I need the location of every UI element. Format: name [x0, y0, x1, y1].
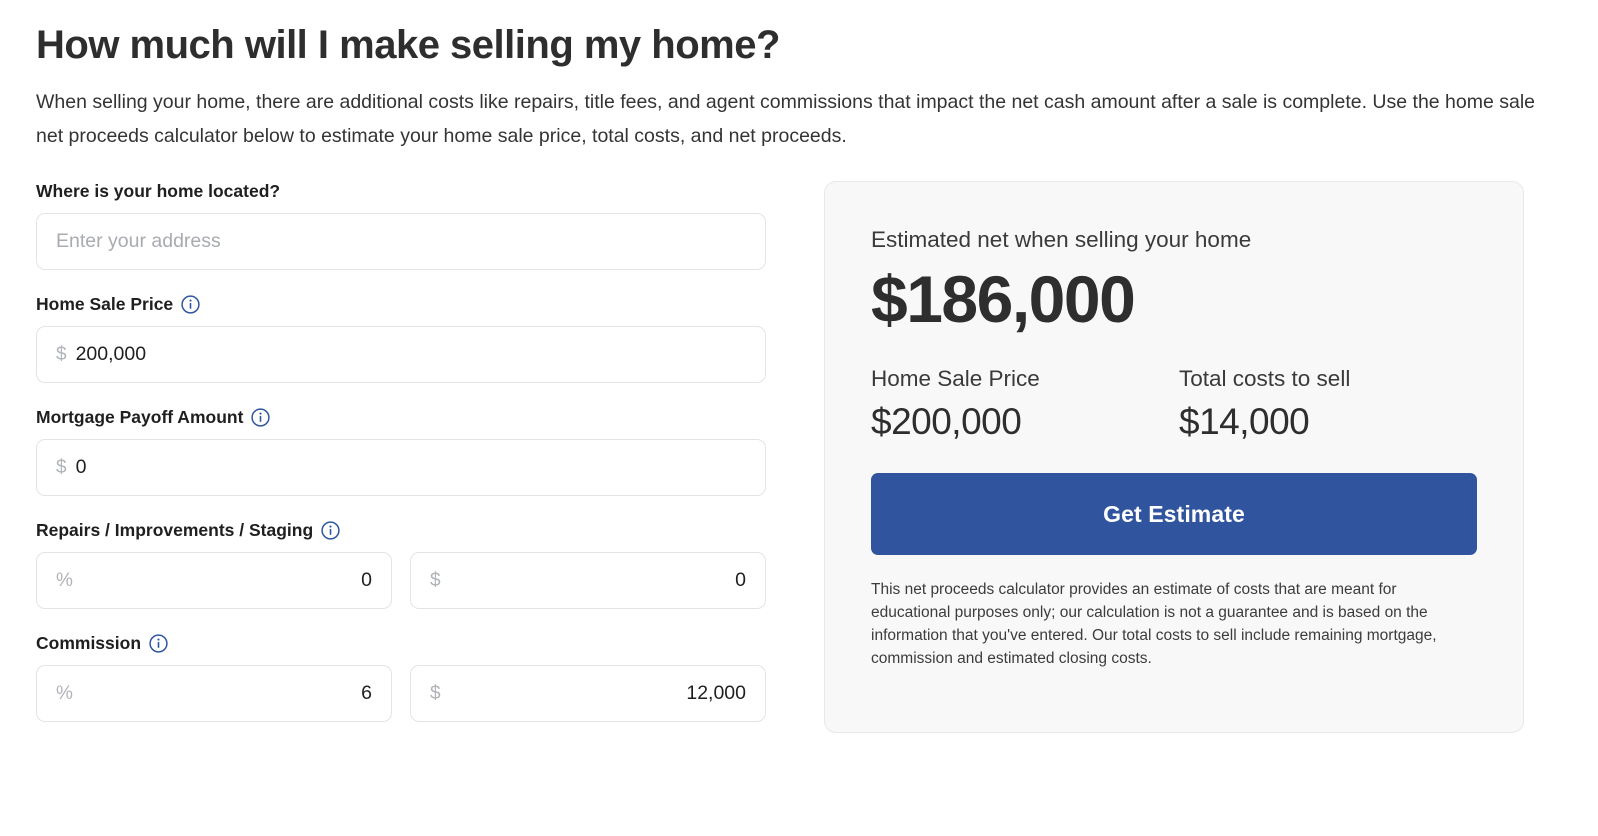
home-sale-price-input[interactable]: $ 200,000: [36, 326, 766, 384]
stat-total-costs-to-sell: Total costs to sell $14,000: [1179, 365, 1350, 445]
percent-sign-icon: %: [56, 569, 73, 591]
label-commission: Commission: [36, 633, 766, 654]
calculator-body: Where is your home located? Enter your a…: [0, 181, 1598, 746]
field-group-mortgage-payoff: Mortgage Payoff Amount $ 0: [36, 407, 766, 497]
field-group-commission: Commission % 6 $ 12,000: [36, 633, 766, 723]
info-icon[interactable]: [181, 295, 200, 314]
label-address-text: Where is your home located?: [36, 181, 281, 202]
stat-home-sale-price-value: $200,000: [871, 400, 1022, 442]
mortgage-payoff-value: 0: [75, 456, 87, 479]
commission-input-row: % 6 $ 12,000: [36, 665, 766, 723]
commission-dollar-input[interactable]: $ 12,000: [410, 665, 766, 723]
field-group-home-sale-price: Home Sale Price $ 200,000: [36, 294, 766, 384]
get-estimate-button[interactable]: Get Estimate: [871, 473, 1477, 556]
net-proceeds-calculator-page: How much will I make selling my home? Wh…: [0, 0, 1598, 836]
result-stats: Home Sale Price $200,000 Total costs to …: [871, 365, 1477, 445]
repairs-percent-input[interactable]: % 0: [36, 552, 392, 610]
label-home-sale-price-text: Home Sale Price: [36, 294, 174, 315]
label-repairs: Repairs / Improvements / Staging: [36, 520, 766, 541]
label-mortgage-payoff-text: Mortgage Payoff Amount: [36, 407, 244, 428]
info-icon[interactable]: [321, 521, 340, 540]
stat-home-sale-price: Home Sale Price $200,000: [871, 365, 1179, 445]
label-mortgage-payoff: Mortgage Payoff Amount: [36, 407, 766, 428]
commission-dollar-value: 12,000: [686, 682, 746, 705]
dollar-sign-icon: $: [430, 569, 441, 591]
repairs-percent-value: 0: [361, 569, 372, 592]
home-sale-price-value: 200,000: [75, 343, 147, 366]
stat-total-costs-value: $14,000: [1179, 400, 1310, 442]
label-address: Where is your home located?: [36, 181, 766, 202]
dollar-sign-icon: $: [56, 343, 67, 365]
page-title: How much will I make selling my home?: [36, 23, 780, 67]
result-disclaimer: This net proceeds calculator provides an…: [871, 581, 1437, 667]
commission-percent-input[interactable]: % 6: [36, 665, 392, 723]
label-repairs-text: Repairs / Improvements / Staging: [36, 520, 314, 541]
info-icon[interactable]: [251, 408, 271, 427]
mortgage-payoff-input[interactable]: $ 0: [36, 439, 766, 497]
percent-sign-icon: %: [56, 682, 73, 704]
page-header: How much will I make selling my home? Wh…: [0, 0, 1598, 153]
field-group-address: Where is your home located? Enter your a…: [36, 181, 766, 271]
address-input[interactable]: Enter your address: [36, 213, 766, 271]
info-icon[interactable]: [149, 634, 168, 653]
page-subtitle: When selling your home, there are additi…: [36, 91, 1536, 147]
repairs-dollar-input[interactable]: $ 0: [410, 552, 766, 610]
address-input-placeholder: Enter your address: [56, 230, 221, 253]
stat-home-sale-price-label: Home Sale Price: [871, 365, 1040, 391]
dollar-sign-icon: $: [56, 456, 67, 478]
calculator-form: Where is your home located? Enter your a…: [36, 181, 766, 746]
result-eyebrow: Estimated net when selling your home: [871, 227, 1252, 253]
result-panel: Estimated net when selling your home $18…: [824, 181, 1562, 734]
label-home-sale-price: Home Sale Price: [36, 294, 766, 315]
commission-percent-value: 6: [361, 682, 372, 705]
dollar-sign-icon: $: [430, 682, 441, 704]
repairs-dollar-value: 0: [735, 569, 746, 592]
result-card: Estimated net when selling your home $18…: [824, 181, 1524, 734]
net-proceeds-amount: $186,000: [871, 262, 1136, 337]
stat-total-costs-label: Total costs to sell: [1179, 365, 1351, 391]
field-group-repairs: Repairs / Improvements / Staging % 0 $ 0: [36, 520, 766, 610]
repairs-input-row: % 0 $ 0: [36, 552, 766, 610]
label-commission-text: Commission: [36, 633, 142, 654]
